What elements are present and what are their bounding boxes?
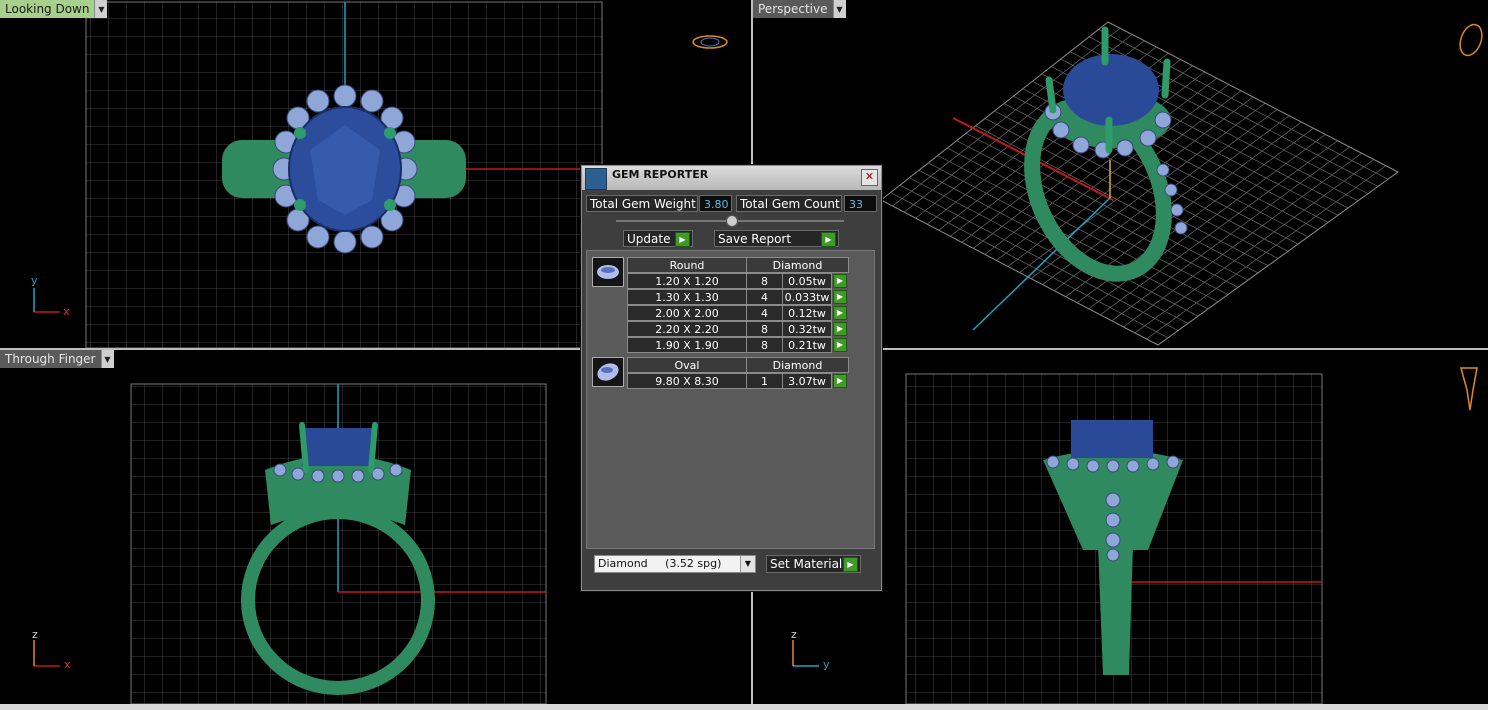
row-weight: 0.05tw	[782, 273, 832, 289]
oval-gem-icon	[592, 357, 624, 387]
material-select-value: Diamond (3.52 spg)	[598, 557, 722, 570]
row-size: 1.90 X 1.90	[627, 337, 747, 353]
chevron-down-icon[interactable]: ▼	[100, 350, 114, 368]
viewport-label-through-finger[interactable]: Through Finger ▼	[0, 350, 114, 368]
update-button-label: Update	[627, 232, 671, 246]
row-size: 9.80 X 8.30	[627, 373, 747, 389]
total-gem-count-value: 33	[844, 195, 877, 212]
viewport-label-perspective[interactable]: Perspective ▼	[753, 0, 846, 18]
table-row[interactable]: 1.30 X 1.30 4 0.033tw ▶	[627, 289, 849, 305]
set-material-button[interactable]: Set Material ▶	[766, 555, 861, 573]
table-row[interactable]: 2.20 X 2.20 8 0.32tw ▶	[627, 321, 849, 337]
row-weight: 0.12tw	[782, 305, 832, 321]
axis-x-label: x	[64, 658, 71, 671]
chevron-down-icon[interactable]: ▼	[740, 556, 755, 572]
gem-list[interactable]: Round Diamond 1.20 X 1.20 8 0.05tw ▶ 1.3…	[586, 250, 875, 549]
viewport-title: Perspective	[753, 0, 833, 18]
row-count: 4	[746, 289, 783, 305]
table-row[interactable]: 9.80 X 8.30 1 3.07tw ▶	[627, 373, 849, 389]
row-weight: 3.07tw	[782, 373, 832, 389]
chevron-down-icon[interactable]: ▼	[94, 0, 108, 18]
group-material: Diamond	[746, 257, 849, 273]
axis-z-label: z	[32, 628, 38, 641]
group-material: Diamond	[746, 357, 849, 373]
viewport-title: Through Finger	[0, 350, 101, 368]
dialog-titlebar[interactable]: GEM REPORTER ✕	[582, 166, 881, 190]
gem-reporter-dialog[interactable]: GEM REPORTER ✕ Total Gem Weight 3.80 Tot…	[581, 165, 882, 591]
close-icon[interactable]: ✕	[861, 169, 878, 186]
row-count: 4	[746, 305, 783, 321]
grid-line	[1100, 140, 1338, 316]
select-row-button[interactable]: ▶	[833, 306, 847, 320]
select-row-button[interactable]: ▶	[833, 274, 847, 288]
select-row-button[interactable]: ▶	[833, 374, 847, 388]
status-strip	[0, 704, 1488, 710]
play-icon: ▶	[675, 232, 690, 247]
group-shape: Oval	[627, 357, 747, 373]
row-weight: 0.033tw	[782, 289, 832, 305]
set-material-button-label: Set Material	[770, 557, 843, 571]
row-weight: 0.32tw	[782, 321, 832, 337]
axis-y-label: y	[823, 658, 830, 671]
round-gem-icon	[592, 257, 624, 287]
total-gem-weight-label: Total Gem Weight	[586, 195, 698, 212]
select-row-button[interactable]: ▶	[833, 338, 847, 352]
select-row-button[interactable]: ▶	[833, 290, 847, 304]
row-size: 2.20 X 2.20	[627, 321, 747, 337]
row-weight: 0.21tw	[782, 337, 832, 353]
group-header: Oval Diamond	[627, 357, 849, 373]
save-report-button-label: Save Report	[718, 232, 792, 246]
save-report-button[interactable]: Save Report ▶	[714, 230, 839, 247]
table-row[interactable]: 1.90 X 1.90 8 0.21tw ▶	[627, 337, 849, 353]
total-gem-count: Total Gem Count 33	[736, 195, 877, 212]
group-shape: Round	[627, 257, 747, 273]
axis-x-label: x	[63, 305, 70, 318]
total-gem-count-label: Total Gem Count	[736, 195, 842, 212]
dialog-title: GEM REPORTER	[612, 168, 709, 181]
collapse-toggle[interactable]	[726, 215, 738, 227]
row-count: 8	[746, 337, 783, 353]
group-header: Round Diamond	[627, 257, 849, 273]
row-size: 2.00 X 2.00	[627, 305, 747, 321]
table-row[interactable]: 1.20 X 1.20 8 0.05tw ▶	[627, 273, 849, 289]
grid-line	[1088, 134, 1326, 310]
select-row-button[interactable]: ▶	[833, 322, 847, 336]
row-count: 1	[746, 373, 783, 389]
material-select[interactable]: Diamond (3.52 spg) ▼	[594, 555, 756, 573]
play-icon: ▶	[843, 557, 858, 572]
grid-line	[1146, 165, 1387, 340]
table-row[interactable]: 2.00 X 2.00 4 0.12tw ▶	[627, 305, 849, 321]
row-count: 8	[746, 273, 783, 289]
update-button[interactable]: Update ▶	[623, 230, 693, 247]
viewport-title: Looking Down	[0, 0, 95, 18]
play-icon: ▶	[821, 232, 836, 247]
axis-z-label: z	[791, 628, 797, 641]
axis-y-label: y	[31, 274, 38, 287]
gem-reporter-icon	[585, 168, 607, 190]
viewport-label-looking-down[interactable]: Looking Down ▼	[0, 0, 108, 18]
chevron-down-icon[interactable]: ▼	[832, 0, 846, 18]
row-count: 8	[746, 321, 783, 337]
total-gem-weight: Total Gem Weight 3.80	[586, 195, 732, 212]
row-size: 1.30 X 1.30	[627, 289, 747, 305]
total-gem-weight-value: 3.80	[699, 195, 732, 212]
row-size: 1.20 X 1.20	[627, 273, 747, 289]
